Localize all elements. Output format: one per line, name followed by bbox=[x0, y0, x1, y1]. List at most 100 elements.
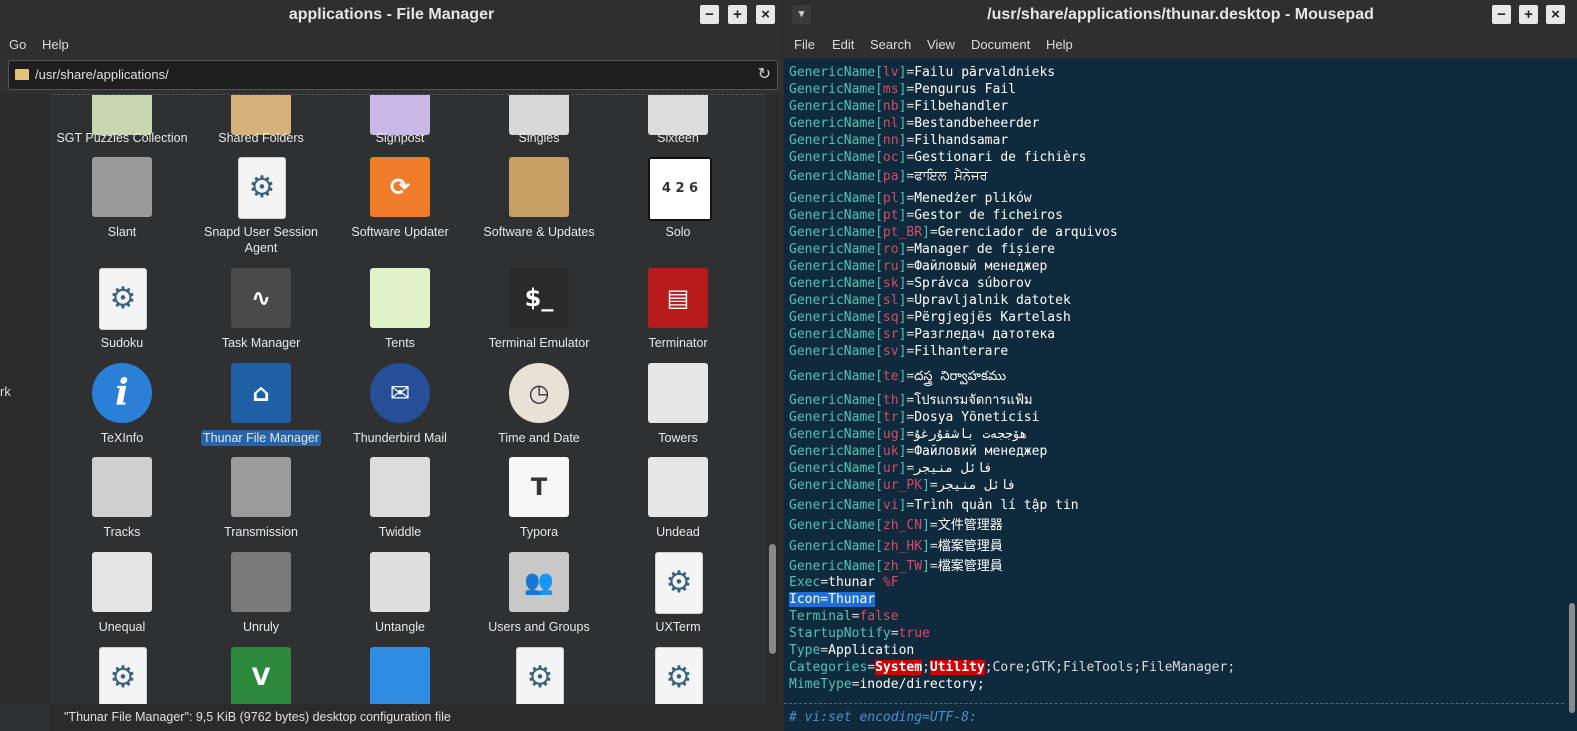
gear-icon[interactable]: ⚙ bbox=[516, 647, 564, 705]
updater-icon[interactable]: ⟳ bbox=[370, 157, 430, 217]
app-label[interactable]: Users and Groups bbox=[469, 619, 609, 635]
typora-icon[interactable]: T bbox=[509, 457, 569, 517]
tracks-icon[interactable] bbox=[92, 457, 152, 517]
app-label[interactable]: Singles bbox=[469, 130, 609, 146]
signpost-icon[interactable] bbox=[370, 95, 430, 135]
menu-edit[interactable]: Edit bbox=[832, 37, 854, 52]
app-label[interactable]: Unequal bbox=[52, 619, 192, 635]
app-label[interactable]: Task Manager bbox=[191, 335, 331, 351]
generic-name-line: GenericName[ms]=Pengurus Fail bbox=[789, 82, 1016, 97]
side-pane[interactable]: rk bbox=[0, 94, 50, 704]
menu-view[interactable]: View bbox=[927, 37, 955, 52]
side-pane-item-fragment[interactable]: rk bbox=[0, 384, 11, 399]
app-label[interactable]: UXTerm bbox=[608, 619, 748, 635]
generic-name-line: GenericName[zh_TW]=檔案管理員 bbox=[789, 559, 1003, 574]
app-label[interactable]: Software & Updates bbox=[469, 224, 609, 240]
app-label[interactable]: Twiddle bbox=[330, 524, 470, 540]
fm-titlebar[interactable]: applications - File Manager − + × bbox=[0, 0, 783, 30]
refresh-icon[interactable]: ↻ bbox=[758, 64, 771, 84]
terminator-icon[interactable]: ▤ bbox=[648, 268, 708, 328]
gear-icon[interactable]: ⚙ bbox=[655, 647, 703, 705]
thunderbird-icon[interactable]: ✉ bbox=[370, 363, 430, 423]
app-label[interactable]: Signpost bbox=[330, 130, 470, 146]
users-icon[interactable]: 👥 bbox=[509, 552, 569, 612]
puzzle-flag-icon[interactable] bbox=[92, 95, 152, 135]
solo-icon[interactable]: 4 2 6 bbox=[648, 157, 712, 221]
info-icon[interactable]: i bbox=[92, 363, 152, 423]
menu-file[interactable]: File bbox=[794, 37, 815, 52]
generic-name-line: GenericName[nb]=Filbehandler bbox=[789, 99, 1009, 114]
app-label[interactable]: Terminator bbox=[608, 335, 748, 351]
menu-go[interactable]: Go bbox=[9, 37, 26, 52]
gear-icon[interactable]: ⚙ bbox=[99, 268, 147, 330]
app-label[interactable]: Shared Folders bbox=[191, 130, 331, 146]
app-label[interactable]: Slant bbox=[52, 224, 192, 240]
app-icon-grid[interactable]: SGT Puzzles Collection Shared Folders Sign… bbox=[52, 94, 764, 705]
slant-icon[interactable] bbox=[92, 157, 152, 217]
terminal-icon[interactable]: $_ bbox=[509, 268, 569, 328]
clock-calendar-icon[interactable]: ◷ bbox=[509, 363, 569, 423]
app-label[interactable]: Tracks bbox=[52, 524, 192, 540]
generic-name-line: GenericName[pa]=ਫਾਇਲ ਮੈਨੇਜਰ bbox=[789, 169, 988, 184]
gear-icon[interactable]: ⚙ bbox=[655, 552, 703, 614]
software-box-icon[interactable] bbox=[509, 157, 569, 217]
app-label[interactable]: Tents bbox=[330, 335, 470, 351]
unequal-icon[interactable] bbox=[92, 552, 152, 612]
menu-help[interactable]: Help bbox=[1046, 37, 1073, 52]
app-label[interactable]: Sudoku bbox=[52, 335, 192, 351]
towers-icon[interactable] bbox=[648, 363, 708, 423]
app-label[interactable]: Sixteen bbox=[608, 130, 748, 146]
editor-scrollbar[interactable] bbox=[1567, 58, 1577, 731]
editor-divider bbox=[784, 703, 1564, 704]
app-label[interactable]: Untangle bbox=[330, 619, 470, 635]
gear-icon[interactable]: ⚙ bbox=[238, 157, 286, 219]
menu-document[interactable]: Document bbox=[971, 37, 1030, 52]
close-button[interactable]: × bbox=[756, 5, 775, 24]
mp-close-button[interactable]: × bbox=[1546, 5, 1565, 24]
app-label[interactable]: Towers bbox=[608, 430, 748, 446]
app-label[interactable]: Snapd User Session Agent bbox=[191, 224, 331, 256]
maximize-button[interactable]: + bbox=[728, 5, 747, 24]
tents-icon[interactable] bbox=[370, 268, 430, 328]
app-label[interactable]: Transmission bbox=[191, 524, 331, 540]
app-label[interactable]: Typora bbox=[469, 524, 609, 540]
mp-titlebar[interactable]: ▾ /usr/share/applications/thunar.desktop… bbox=[784, 0, 1577, 30]
menu-search[interactable]: Search bbox=[870, 37, 911, 52]
app-label[interactable]: Terminal Emulator bbox=[469, 335, 609, 351]
location-bar[interactable]: /usr/share/applications/ ↻ bbox=[8, 60, 778, 90]
generic-name-line: GenericName[zh_CN]=文件管理器 bbox=[789, 518, 1003, 533]
app-label[interactable]: Unruly bbox=[191, 619, 331, 635]
singles-icon[interactable] bbox=[509, 95, 569, 135]
app-label[interactable]: SGT Puzzles Collection bbox=[52, 130, 192, 146]
location-path[interactable]: /usr/share/applications/ bbox=[35, 67, 169, 82]
text-editor[interactable]: GenericName[lv]=Failu pārvaldnieks Generi… bbox=[784, 58, 1564, 731]
menu-help[interactable]: Help bbox=[42, 37, 69, 52]
generic-name-line: GenericName[nn]=Filhandsamar bbox=[789, 133, 1009, 148]
task-manager-icon[interactable]: ∿ bbox=[231, 268, 291, 328]
app-label[interactable]: Undead bbox=[608, 524, 748, 540]
app-label[interactable]: TeXInfo bbox=[52, 430, 192, 446]
gear-icon[interactable]: ⚙ bbox=[99, 647, 147, 705]
mp-maximize-button[interactable]: + bbox=[1519, 5, 1538, 24]
transmission-icon[interactable] bbox=[231, 457, 291, 517]
shared-folder-icon[interactable] bbox=[231, 95, 291, 135]
vim-icon[interactable]: V bbox=[231, 647, 291, 705]
twiddle-icon[interactable] bbox=[370, 457, 430, 517]
app-label[interactable]: Software Updater bbox=[330, 224, 470, 240]
mp-minimize-button[interactable]: − bbox=[1492, 5, 1511, 24]
fm-scrollbar[interactable] bbox=[766, 94, 780, 704]
sixteen-icon[interactable] bbox=[648, 95, 708, 135]
home-folder-icon[interactable]: ⌂ bbox=[231, 363, 291, 423]
app-label[interactable]: Thunderbird Mail bbox=[330, 430, 470, 446]
blue-app-icon[interactable] bbox=[370, 647, 430, 705]
unruly-icon[interactable] bbox=[231, 552, 291, 612]
minimize-button[interactable]: − bbox=[700, 5, 719, 24]
editor-scrollbar-thumb[interactable] bbox=[1569, 603, 1575, 713]
app-label[interactable]: Time and Date bbox=[469, 430, 609, 446]
app-label[interactable]: Thunar File Manager bbox=[201, 430, 321, 446]
untangle-icon[interactable] bbox=[370, 552, 430, 612]
fm-scrollbar-thumb[interactable] bbox=[769, 544, 776, 654]
generic-name-line: GenericName[ro]=Manager de fișiere bbox=[789, 242, 1056, 257]
undead-icon[interactable] bbox=[648, 457, 708, 517]
app-label[interactable]: Solo bbox=[608, 224, 748, 240]
